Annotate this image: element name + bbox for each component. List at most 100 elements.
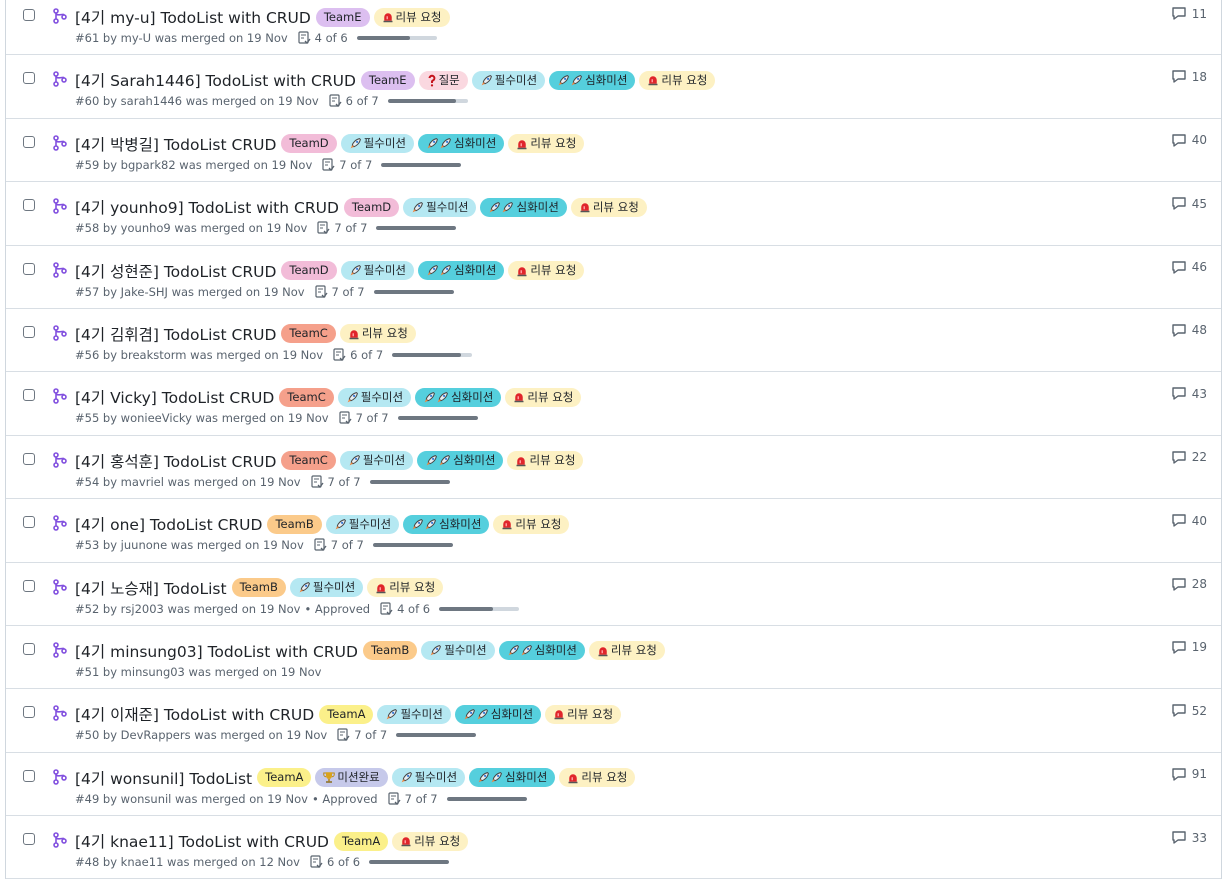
- task-progress[interactable]: 6 of 7: [329, 94, 468, 108]
- comments-link[interactable]: 91: [1171, 767, 1207, 782]
- label[interactable]: 심화미션: [403, 514, 490, 534]
- label[interactable]: 리뷰 요청: [505, 387, 582, 407]
- select-checkbox[interactable]: [23, 199, 35, 212]
- label[interactable]: TeamB: [362, 641, 418, 661]
- comments-link[interactable]: 43: [1171, 386, 1207, 401]
- label[interactable]: 필수미션: [339, 451, 414, 471]
- pr-title-link[interactable]: [4기 wonsunil] TodoList: [75, 767, 252, 789]
- label[interactable]: TeamA: [333, 831, 389, 851]
- task-progress[interactable]: 4 of 6: [380, 602, 520, 616]
- label[interactable]: 리뷰 요청: [588, 641, 665, 661]
- pr-title-link[interactable]: [4기 노승재] TodoList: [75, 577, 227, 599]
- label[interactable]: 심화미션: [417, 134, 505, 154]
- label[interactable]: TeamE: [315, 7, 370, 27]
- label[interactable]: 필수미션: [403, 197, 477, 217]
- label[interactable]: 리뷰 요청: [545, 704, 622, 724]
- pr-title-link[interactable]: [4기 minsung03] TodoList with CRUD: [75, 640, 358, 662]
- label[interactable]: 필수미션: [340, 261, 414, 281]
- task-progress[interactable]: 7 of 7: [310, 475, 450, 489]
- label[interactable]: 리뷰 요청: [507, 451, 584, 471]
- label[interactable]: 리뷰 요청: [392, 831, 469, 851]
- select-checkbox[interactable]: [23, 579, 35, 592]
- label[interactable]: TeamB: [231, 578, 286, 598]
- label[interactable]: 심화미션: [549, 70, 636, 90]
- pull-request-row[interactable]: [4기 박병길] TodoList CRUD TeamD 필수미션 심화미션 리뷰 요…: [6, 119, 1221, 183]
- label[interactable]: 필수미션: [377, 704, 451, 724]
- pr-title-link[interactable]: [4기 Vicky] TodoList CRUD: [75, 386, 274, 408]
- select-checkbox[interactable]: [23, 389, 35, 402]
- label[interactable]: TeamD: [281, 261, 337, 281]
- label[interactable]: 리뷰 요청: [570, 197, 647, 217]
- label[interactable]: 필수미션: [471, 70, 546, 90]
- comments-link[interactable]: 11: [1171, 6, 1207, 21]
- label[interactable]: 리뷰 요청: [493, 514, 570, 534]
- pull-request-row[interactable]: [4기 wonsunil] TodoList TeamA 미션완료 필수미션 심화미션…: [6, 753, 1221, 817]
- label[interactable]: 심화미션: [454, 704, 542, 724]
- pull-request-row[interactable]: [4기 knae11] TodoList with CRUD TeamA 리뷰 요…: [6, 816, 1221, 880]
- label[interactable]: 필수미션: [325, 514, 400, 534]
- select-checkbox[interactable]: [23, 135, 35, 148]
- label[interactable]: 리뷰 요청: [559, 768, 636, 788]
- task-progress[interactable]: 6 of 7: [333, 348, 473, 362]
- task-progress[interactable]: 4 of 6: [298, 31, 437, 45]
- task-progress[interactable]: 7 of 7: [314, 285, 454, 299]
- comments-link[interactable]: 18: [1171, 69, 1207, 84]
- label[interactable]: 필수미션: [421, 641, 495, 661]
- pr-title-link[interactable]: [4기 one] TodoList CRUD: [75, 513, 262, 535]
- pr-title-link[interactable]: [4기 김휘겸] TodoList CRUD: [75, 323, 276, 345]
- comments-link[interactable]: 22: [1171, 450, 1207, 465]
- pull-request-row[interactable]: [4기 minsung03] TodoList with CRUD TeamB 필…: [6, 626, 1221, 690]
- label[interactable]: 심화미션: [417, 451, 504, 471]
- pull-request-row[interactable]: [4기 이재준] TodoList with CRUD TeamA 필수미션 심화미…: [6, 689, 1221, 753]
- label[interactable]: 필수미션: [391, 768, 466, 788]
- select-checkbox[interactable]: [23, 72, 35, 85]
- comments-link[interactable]: 52: [1171, 703, 1207, 718]
- label[interactable]: TeamB: [267, 514, 322, 534]
- label[interactable]: 리뷰 요청: [508, 261, 585, 281]
- task-progress[interactable]: 7 of 7: [317, 221, 457, 235]
- pr-title-link[interactable]: [4기 knae11] TodoList with CRUD: [75, 830, 329, 852]
- label[interactable]: 심화미션: [498, 641, 585, 661]
- select-checkbox[interactable]: [23, 706, 35, 719]
- task-progress[interactable]: 7 of 7: [387, 792, 527, 806]
- pull-request-row[interactable]: [4기 younho9] TodoList with CRUD TeamD 필수미…: [6, 182, 1221, 246]
- label[interactable]: TeamD: [281, 134, 337, 154]
- comments-link[interactable]: 28: [1171, 577, 1207, 592]
- pull-request-row[interactable]: [4기 Sarah1446] TodoList with CRUD TeamE 질…: [6, 55, 1221, 119]
- comments-link[interactable]: 48: [1171, 323, 1207, 338]
- pull-request-row[interactable]: [4기 Vicky] TodoList CRUD TeamC 필수미션 심화미션 리뷰…: [6, 372, 1221, 436]
- comments-link[interactable]: 40: [1171, 513, 1207, 528]
- pr-title-link[interactable]: [4기 성현준] TodoList CRUD: [75, 260, 276, 282]
- label[interactable]: 리뷰 요청: [639, 70, 716, 90]
- comments-link[interactable]: 33: [1171, 830, 1207, 845]
- select-checkbox[interactable]: [23, 833, 35, 846]
- pr-title-link[interactable]: [4기 my-u] TodoList with CRUD: [75, 6, 311, 28]
- label[interactable]: 심화미션: [417, 261, 505, 281]
- select-checkbox[interactable]: [23, 516, 35, 529]
- select-checkbox[interactable]: [23, 9, 35, 21]
- select-checkbox[interactable]: [23, 452, 35, 465]
- comments-link[interactable]: 19: [1171, 640, 1207, 655]
- label[interactable]: TeamA: [257, 768, 312, 788]
- label[interactable]: TeamD: [343, 197, 400, 217]
- pull-request-row[interactable]: [4기 노승재] TodoList TeamB 필수미션 리뷰 요청 #52 by …: [6, 563, 1221, 626]
- pr-title-link[interactable]: [4기 박병길] TodoList CRUD: [75, 133, 276, 155]
- label[interactable]: TeamC: [281, 451, 336, 471]
- label[interactable]: 심화미션: [415, 387, 502, 407]
- select-checkbox[interactable]: [23, 642, 35, 655]
- label[interactable]: TeamC: [279, 387, 334, 407]
- label[interactable]: TeamA: [319, 704, 374, 724]
- label[interactable]: 필수미션: [340, 134, 414, 154]
- select-checkbox[interactable]: [23, 325, 35, 338]
- label[interactable]: 심화미션: [480, 197, 567, 217]
- task-progress[interactable]: 7 of 7: [322, 158, 462, 172]
- label[interactable]: 미션완료: [315, 768, 388, 788]
- label[interactable]: 질문: [418, 70, 468, 90]
- label[interactable]: 리뷰 요청: [367, 578, 444, 598]
- label[interactable]: 리뷰 요청: [373, 7, 450, 27]
- pull-request-row[interactable]: [4기 성현준] TodoList CRUD TeamD 필수미션 심화미션 리뷰 요…: [6, 246, 1221, 309]
- select-checkbox[interactable]: [23, 262, 35, 275]
- label[interactable]: 필수미션: [289, 578, 364, 598]
- label[interactable]: TeamC: [281, 324, 336, 344]
- label[interactable]: TeamE: [360, 70, 415, 90]
